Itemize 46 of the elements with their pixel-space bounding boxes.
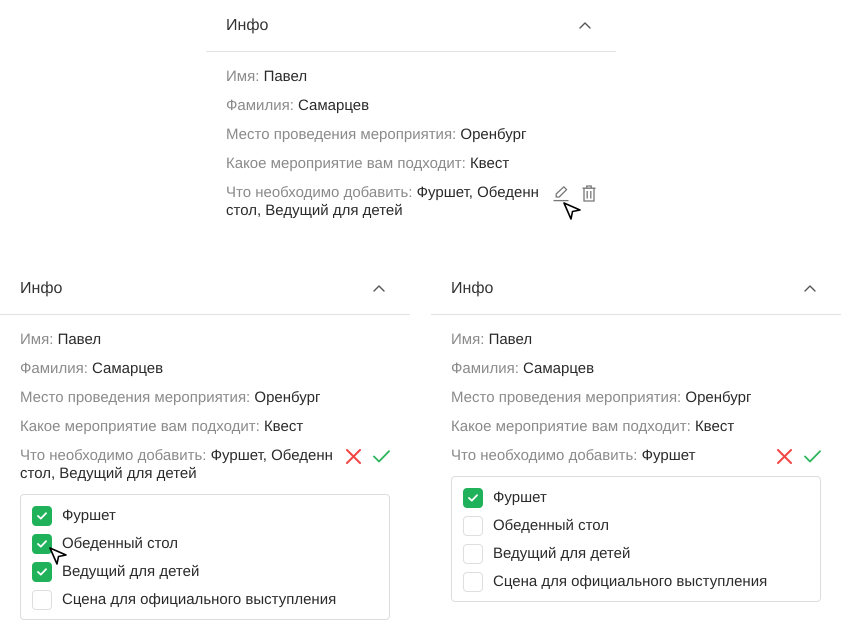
field-text: Место проведения мероприятия: Оренбург [226,126,526,144]
close-icon [777,448,792,464]
mouse-pointer-icon [562,201,582,221]
checkbox-option[interactable]: Сцена для официального выступления [32,590,336,610]
field-text: Что необходимо добавить: Фуршет [451,447,696,465]
checkbox-option[interactable]: Обеденный стол [463,516,610,536]
field-text: Что необходимо добавить: Фуршет, Обеденн стол, Ведущий для детей [20,447,333,483]
field-text: Какое мероприятие вам подходит: Квест [20,418,304,436]
checkbox-option[interactable]: Ведущий для детей [463,544,630,564]
checkmark-icon [37,512,47,520]
cancel-button[interactable] [777,448,792,464]
panel-title: Инфо [451,280,494,298]
field-text: Что необходимо добавить: Фуршет, Обеденн стол, Ведущий для детей [226,184,539,220]
checkbox-option[interactable]: Фуршет [32,506,116,526]
field-text: Фамилия: Самарцев [226,97,370,115]
panel-title: Инфо [226,16,268,34]
cancel-button[interactable] [346,448,361,464]
checkmark-icon [37,568,47,576]
pencil-icon [552,184,570,202]
edit-button[interactable] [552,184,570,202]
field-text: Место проведения мероприятия: Оренбург [451,389,752,407]
checkmark-icon [37,540,47,548]
checkbox[interactable] [32,534,52,554]
field-text: Место проведения мероприятия: Оренбург [20,389,320,407]
checkbox-option[interactable]: Ведущий для детей [32,562,200,582]
field-text: Фамилия: Самарцев [451,360,594,378]
panel-title: Инфо [20,280,62,298]
field-text: Какое мероприятие вам подходит: Квест [451,418,734,436]
field-text: Какое мероприятие вам подходит: Квест [226,155,510,173]
field-text: Фамилия: Самарцев [20,360,164,378]
checkbox-option[interactable]: Сцена для официального выступления [463,572,768,592]
delete-button[interactable] [582,184,596,202]
checkmark-icon [468,494,478,502]
checkbox[interactable] [32,506,52,526]
checkmark-icon [373,450,390,462]
checkbox-option[interactable]: Фуршет [463,488,547,508]
close-icon [346,448,361,464]
trash-icon [582,184,596,202]
field-text: Имя: Павел [451,331,532,349]
checkbox[interactable] [32,562,52,582]
confirm-button[interactable] [804,450,821,462]
checkmark-icon [804,450,821,462]
checkbox[interactable] [463,488,483,508]
field-text: Имя: Павел [226,68,308,86]
confirm-button[interactable] [373,450,390,462]
field-text: Имя: Павел [20,331,102,349]
